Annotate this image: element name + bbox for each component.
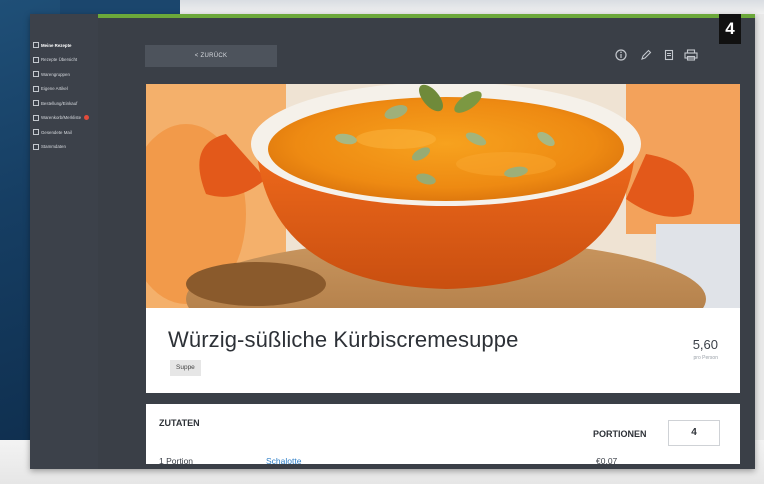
recipe-hero-image: [146, 84, 740, 308]
sidebar: Meine Rezepte Rezepte Übersicht Warengru…: [30, 14, 98, 469]
sidebar-item-bestellung[interactable]: Bestellung/Einkauf: [33, 96, 98, 111]
checkbox-icon: [33, 56, 39, 63]
checkbox-icon: [33, 42, 39, 49]
sidebar-item-label: Stammdaten: [41, 144, 66, 150]
sidebar-item-rezepte-uebersicht[interactable]: Rezepte Übersicht: [33, 53, 98, 68]
edit-icon[interactable]: [639, 49, 653, 63]
checkbox-icon: [33, 114, 39, 121]
step-number-badge: 4: [719, 14, 741, 44]
ingredients-heading: ZUTATEN: [159, 418, 200, 428]
sidebar-item-label: Warengruppen: [41, 71, 70, 77]
sidebar-item-label: Eigene Artikel: [41, 86, 68, 92]
sidebar-item-eigene-artikel[interactable]: Eigene Artikel: [33, 82, 98, 97]
portions-label: PORTIONEN: [593, 429, 647, 439]
sidebar-item-label: Warenkorb/Merkliste: [41, 115, 82, 121]
recipe-title: Würzig-süßliche Kürbiscremesuppe: [168, 327, 519, 352]
checkbox-icon: [33, 71, 39, 78]
checkbox-icon: [33, 129, 39, 136]
ingredient-name-link[interactable]: Schalotte: [266, 456, 301, 466]
price-unit-label: pro Person: [693, 355, 718, 361]
ingredient-quantity: 1 Portion: [159, 456, 194, 466]
magazine-background-paper: [180, 0, 764, 14]
back-button[interactable]: < ZURÜCK: [145, 45, 277, 67]
ingredient-row: 1 Portion Schalotte €0,07: [159, 456, 719, 468]
sidebar-item-label: Gesendete Mail: [41, 129, 72, 135]
recipe-title-card: Würzig-süßliche Kürbiscremesuppe Suppe 5…: [146, 308, 740, 393]
ingredient-cost: €0,07: [596, 456, 618, 466]
sidebar-item-label: Meine Rezepte: [41, 42, 72, 48]
magazine-background-blue-strip: [60, 0, 180, 14]
checkbox-icon: [33, 100, 39, 107]
info-icon[interactable]: [614, 49, 628, 63]
notification-dot: [84, 115, 90, 121]
sidebar-item-gesendete-mail[interactable]: Gesendete Mail: [33, 125, 98, 140]
printer-icon[interactable]: [684, 49, 698, 63]
checkbox-icon: [33, 143, 39, 150]
sidebar-item-label: Bestellung/Einkauf: [41, 100, 78, 106]
print-list-icon[interactable]: [662, 49, 676, 63]
pumpkin-soup-photo: [146, 84, 740, 308]
category-tag[interactable]: Suppe: [170, 360, 201, 376]
ingredients-card: ZUTATEN PORTIONEN 4 1 Portion Schalotte …: [146, 404, 740, 466]
checkbox-icon: [33, 85, 39, 92]
portions-input[interactable]: 4: [668, 420, 720, 446]
sidebar-item-warengruppen[interactable]: Warengruppen: [33, 67, 98, 82]
sidebar-item-warenkorb[interactable]: Warenkorb/Merkliste: [33, 111, 98, 126]
sidebar-item-label: Rezepte Übersicht: [41, 57, 78, 63]
sidebar-item-meine-rezepte[interactable]: Meine Rezepte: [33, 38, 98, 53]
sidebar-item-stammdaten[interactable]: Stammdaten: [33, 140, 98, 155]
price-per-person: 5,60: [692, 337, 718, 352]
